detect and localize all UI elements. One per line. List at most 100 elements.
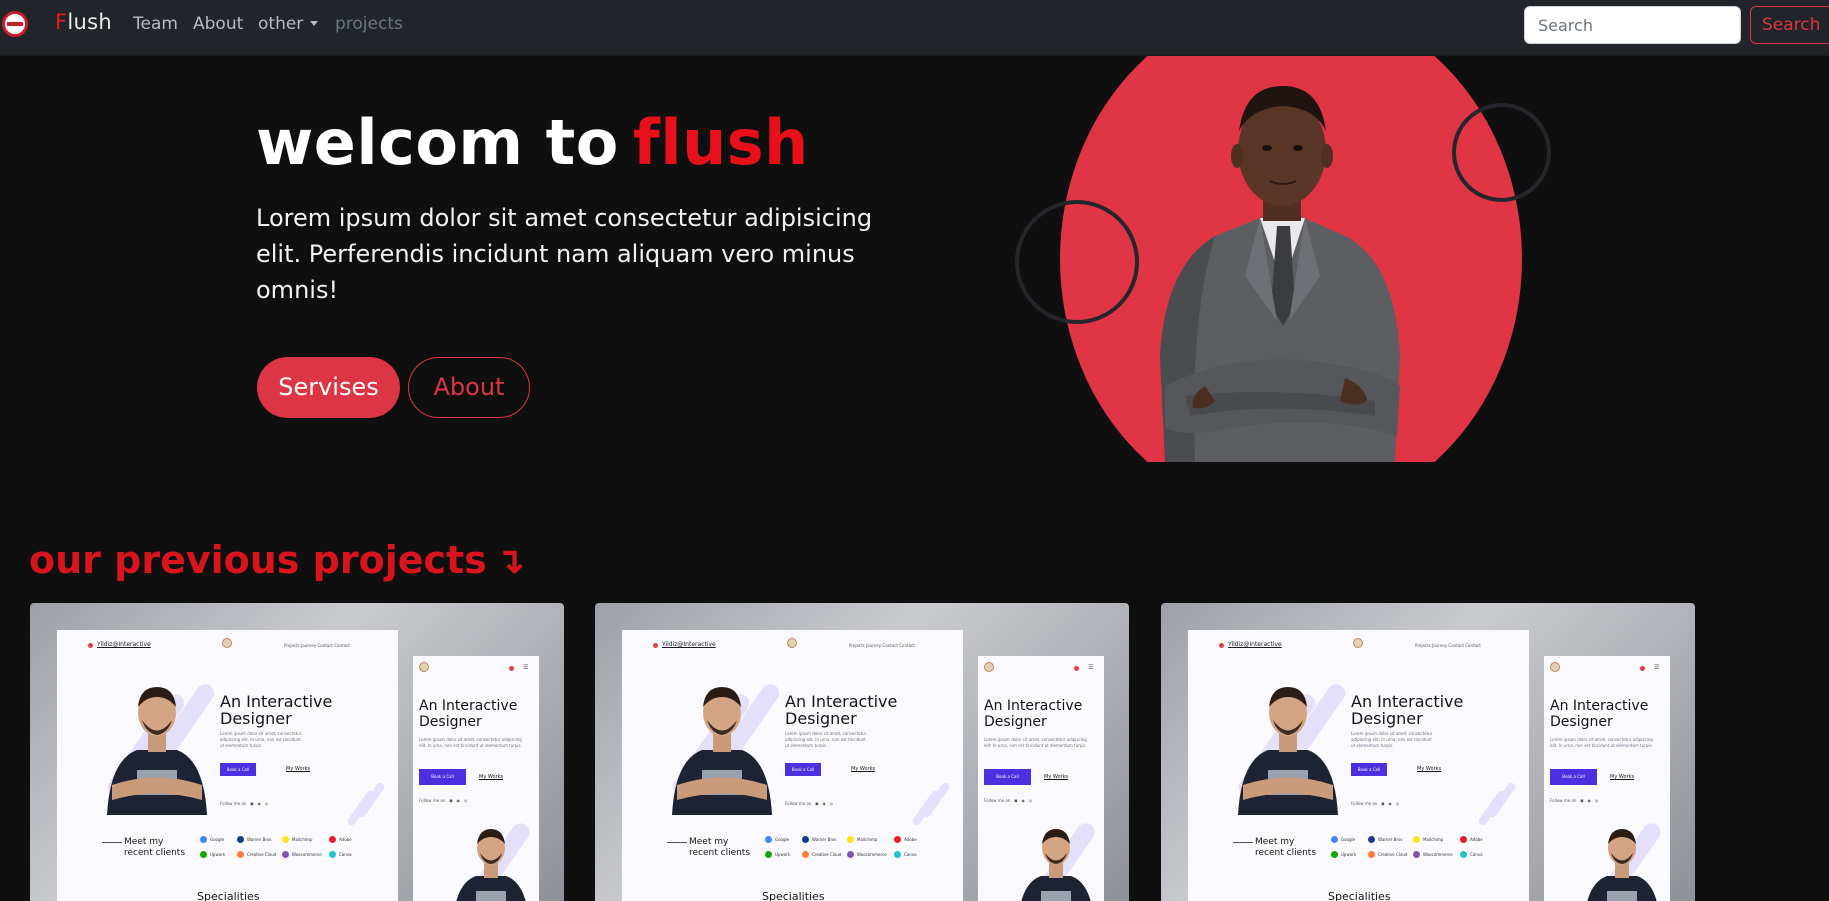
divider-line (1233, 842, 1253, 843)
mock-book-button: Book a Call (785, 763, 821, 776)
mock-book-button: Book a Call (984, 769, 1031, 785)
brand-woocommerce: Woocommerce (847, 851, 887, 858)
mock-specialities: Specialities (1328, 890, 1391, 901)
brand-creative-cloud: Creative Cloud (802, 851, 841, 858)
mobile-mockup: ☰ An Interactive Designer Lorem ipsum dol… (1544, 656, 1670, 901)
brand-woocommerce: Woocommerce (1413, 851, 1453, 858)
mock-specialities: Specialities (197, 890, 260, 901)
menu-icon: ☰ (1088, 664, 1094, 671)
avatar (419, 662, 429, 672)
project-card[interactable]: Yildiz@Interactive Projects Journey Cont… (1161, 603, 1695, 901)
mock-book-button: Book a Call (1550, 769, 1597, 785)
projects-heading: our previous projects ↴ (29, 538, 525, 582)
brand-logo-icon[interactable] (2, 11, 28, 37)
nav-link-team[interactable]: Team (133, 14, 178, 34)
mock-nav: Projects Journey Contact Contact (849, 643, 915, 648)
mock-book-button: Book a Call (1351, 763, 1387, 776)
mock-headline: An Interactive Designer (1351, 692, 1464, 728)
mock-book-button: Book a Call (419, 769, 466, 785)
mock-clients-heading: Meet my recent clients (1255, 837, 1317, 858)
mock-headline: An Interactive Designer (785, 692, 898, 728)
nav-dropdown-label: other (258, 14, 304, 34)
brand-warner: Warner Bros (802, 836, 836, 843)
about-button[interactable]: About (408, 357, 530, 418)
brand-adobe: Adobe (894, 836, 917, 843)
brand-adobe: Adobe (1460, 836, 1483, 843)
designer-photo (456, 829, 526, 901)
nav-link-projects[interactable]: projects (335, 14, 403, 34)
logo-dot-icon (1219, 643, 1224, 648)
brand-google: Google (1331, 836, 1355, 843)
nav-link-about[interactable]: About (193, 14, 243, 34)
project-card[interactable]: Yildiz@Interactive Projects Journey Cont… (30, 603, 564, 901)
hero-title: welcom to flush (256, 106, 809, 179)
logo-dot-icon (653, 643, 658, 648)
brand-adobe: Adobe (329, 836, 352, 843)
mock-clients-heading: Meet my recent clients (689, 837, 751, 858)
brand-google: Google (765, 836, 789, 843)
mock-paragraph: Lorem ipsum dolor sit amet, consectetur … (984, 737, 1087, 748)
divider-line (667, 842, 687, 843)
mock-paragraph: Lorem ipsum dolor sit amet, consectetur … (1351, 731, 1433, 748)
mock-works-link: My Works (1417, 766, 1442, 772)
logo-dot-icon (1074, 666, 1079, 671)
brand-woocommerce: Woocommerce (282, 851, 322, 858)
brand-upwork: Upwork (200, 851, 225, 858)
desktop-mockup: Yildiz@Interactive Projects Journey Cont… (1188, 630, 1529, 901)
brand-canva: Canva (894, 851, 917, 858)
brand-upwork: Upwork (765, 851, 790, 858)
brand-creative-cloud: Creative Cloud (1368, 851, 1407, 858)
mock-works-link: My Works (286, 766, 311, 772)
mock-nav: Projects Journey Contact Contact (284, 643, 350, 648)
mock-follow: Follow me on ◼ ◉ ◎ (419, 798, 468, 803)
mock-nav: Projects Journey Contact Contact (1415, 643, 1481, 648)
brand-google: Google (200, 836, 224, 843)
mock-works-link: My Works (479, 774, 504, 780)
logo-dot-icon (509, 666, 514, 671)
designer-photo (107, 687, 207, 815)
mock-logo: Yildiz@Interactive (97, 641, 151, 648)
arrow-down-icon: ↴ (494, 541, 525, 582)
logo-dot-icon (1640, 666, 1645, 671)
avatar (222, 638, 232, 648)
mock-paragraph: Lorem ipsum dolor sit amet, consectetur … (785, 731, 867, 748)
decor-stripe (911, 789, 941, 827)
mock-works-link: My Works (851, 766, 876, 772)
mock-paragraph: Lorem ipsum dolor sit amet, consectetur … (220, 731, 302, 748)
mobile-mockup: ☰ An Interactive Designer Lorem ipsum dol… (413, 656, 539, 901)
mock-follow: Follow me on ◼ ◉ ◎ (1351, 801, 1400, 806)
designer-photo (1238, 687, 1338, 815)
menu-icon: ☰ (523, 664, 529, 671)
menu-icon: ☰ (1654, 664, 1660, 671)
divider-line (102, 842, 122, 843)
avatar (787, 638, 797, 648)
mock-headline: An Interactive Designer (419, 698, 518, 730)
project-card[interactable]: Yildiz@Interactive Projects Journey Cont… (595, 603, 1129, 901)
search-input[interactable] (1524, 6, 1741, 44)
hero-image (1015, 56, 1555, 462)
hero-title-accent: flush (632, 106, 809, 179)
mock-headline: An Interactive Designer (220, 692, 333, 728)
designer-photo (1021, 829, 1091, 901)
brand-mailchimp: Mailchimp (282, 836, 312, 843)
chevron-down-icon (310, 21, 319, 26)
mock-paragraph: Lorem ipsum dolor sit amet, consectetur … (1550, 737, 1653, 748)
designer-photo (672, 687, 772, 815)
mock-logo: Yildiz@Interactive (1228, 641, 1282, 648)
mock-follow: Follow me on ◼ ◉ ◎ (220, 801, 269, 806)
nav-dropdown-other[interactable]: other (258, 14, 319, 34)
hero-text: Lorem ipsum dolor sit amet consectetur a… (256, 204, 873, 304)
services-button[interactable]: Servises (257, 357, 400, 418)
brand-name[interactable]: Flush (55, 10, 112, 34)
mock-headline: An Interactive Designer (1550, 698, 1649, 730)
decor-stripe (1477, 789, 1507, 827)
designer-photo (1587, 829, 1657, 901)
avatar (1353, 638, 1363, 648)
mock-paragraph: Lorem ipsum dolor sit amet, consectetur … (419, 737, 522, 748)
search-button[interactable]: Search (1750, 6, 1829, 44)
brand-canva: Canva (1460, 851, 1483, 858)
brand-canva: Canva (329, 851, 352, 858)
mock-logo: Yildiz@Interactive (662, 641, 716, 648)
desktop-mockup: Yildiz@Interactive Projects Journey Cont… (57, 630, 398, 901)
logo-dot-icon (88, 643, 93, 648)
